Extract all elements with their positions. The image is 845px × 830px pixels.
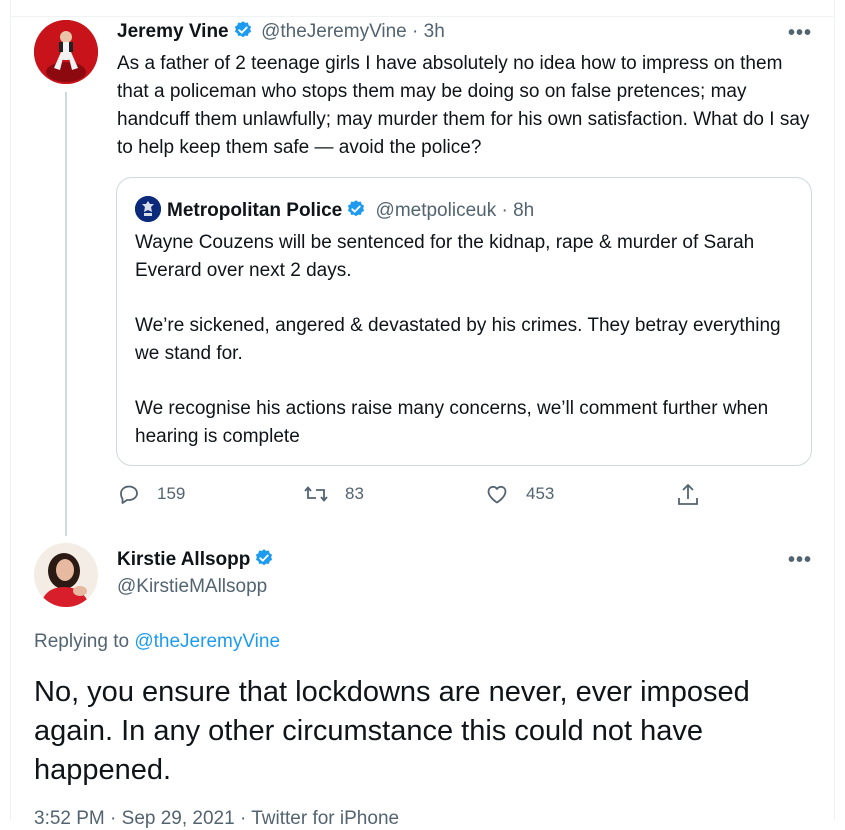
avatar-image <box>34 20 98 84</box>
tweet-text: As a father of 2 teenage girls I have ab… <box>117 53 810 158</box>
kirstie-allsopp-avatar[interactable] <box>34 543 98 607</box>
heart-icon <box>487 485 507 504</box>
replying-to-handle-link[interactable]: @theJeremyVine <box>134 631 280 652</box>
verified-badge-icon <box>254 548 274 573</box>
verified-badge-icon <box>233 20 253 45</box>
quoted-tweet-card[interactable]: Metropolitan Police @metpoliceuk · 8h Wa… <box>116 177 812 466</box>
quoted-paragraph: Wayne Couzens will be sentenced for the … <box>135 232 755 281</box>
more-options-button[interactable]: ••• <box>788 549 812 572</box>
reply-button[interactable]: 159 <box>117 482 185 506</box>
share-button[interactable] <box>676 482 716 508</box>
thread-connector-line <box>65 92 67 536</box>
reply-author-handle[interactable]: @KirstieMAllsopp <box>117 576 267 598</box>
retweet-count: 83 <box>345 484 364 503</box>
quoted-paragraph: We’re sickened, angered & devastated by … <box>135 315 781 364</box>
retweet-icon <box>304 486 328 502</box>
verified-badge-icon <box>346 199 366 225</box>
more-options-button[interactable]: ••• <box>788 22 812 45</box>
author-handle-time[interactable]: @theJeremyVine · 3h <box>261 21 445 42</box>
reply-timestamp[interactable]: 3:52 PM · Sep 29, 2021 · Twitter for iPh… <box>34 808 399 830</box>
replying-to: Replying to @theJeremyVine <box>34 631 280 653</box>
reply-header: Kirstie Allsopp <box>117 548 274 573</box>
reply-author-name[interactable]: Kirstie Allsopp <box>117 549 250 570</box>
share-icon <box>678 484 698 505</box>
replying-to-label: Replying to <box>34 631 135 652</box>
like-button[interactable]: 453 <box>484 482 554 506</box>
jeremy-vine-avatar[interactable] <box>34 20 98 84</box>
quoted-author-name: Metropolitan Police <box>167 200 343 221</box>
quoted-paragraph: We recognise his actions raise many conc… <box>135 398 769 447</box>
quoted-handle-time: @metpoliceuk · 8h <box>375 200 535 221</box>
metpolice-avatar <box>135 196 161 222</box>
divider <box>10 16 834 17</box>
tweet-header: Jeremy Vine @theJeremyVine · 3h <box>117 20 445 45</box>
quoted-tweet-text: Wayne Couzens will be sentenced for the … <box>135 229 795 478</box>
avatar-image <box>34 543 98 607</box>
reply-text: No, you ensure that lockdowns are never,… <box>34 676 750 786</box>
author-name[interactable]: Jeremy Vine <box>117 21 229 42</box>
retweet-button[interactable]: 83 <box>303 482 364 506</box>
reply-icon <box>120 485 138 504</box>
reply-count: 159 <box>157 484 186 503</box>
police-crest-icon <box>135 196 161 222</box>
like-count: 453 <box>526 484 555 503</box>
quoted-tweet-header: Metropolitan Police @metpoliceuk · 8h <box>135 196 534 225</box>
